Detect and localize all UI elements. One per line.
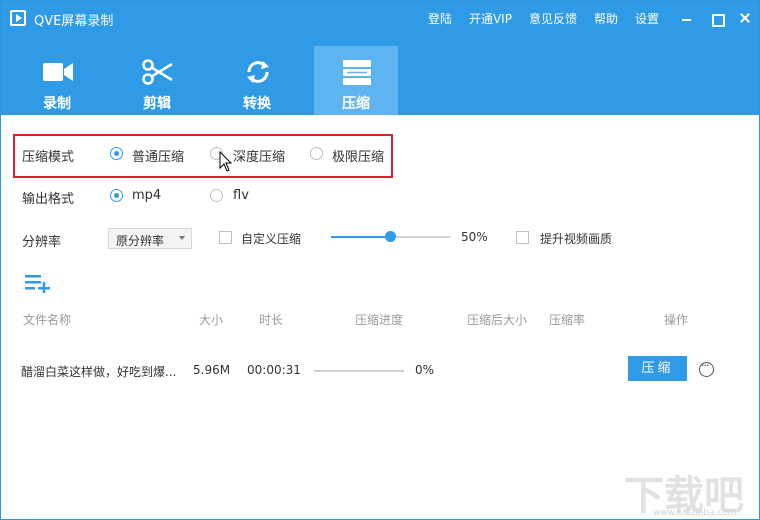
col-header-duration: 时长	[259, 313, 284, 327]
video-camera-icon	[43, 63, 73, 81]
col-header-size: 大小	[199, 313, 224, 327]
compress-button[interactable]: 压缩	[628, 356, 687, 381]
col-header-ratio: 压缩率	[549, 313, 586, 327]
progress-value: 0%	[415, 363, 435, 377]
app-logo-icon	[10, 10, 26, 26]
top-links: 登陆 开通VIP 意见反馈 帮助 设置	[411, 10, 659, 27]
minimize-icon[interactable]	[679, 10, 695, 26]
login-link[interactable]: 登陆	[428, 10, 452, 27]
enhance-quality-label: 提升视频画质	[540, 232, 613, 246]
tab-convert[interactable]: 转换	[215, 46, 299, 115]
compress-mode-label: 压缩模式	[22, 150, 75, 165]
tab-record[interactable]: 录制	[15, 46, 99, 115]
tab-edit[interactable]: 剪辑	[115, 46, 199, 115]
option-flv[interactable]: flv	[233, 188, 249, 203]
app-window: QVE屏幕录制 登陆 开通VIP 意见反馈 帮助 设置 录制 剪辑 转换 压缩 …	[0, 0, 760, 520]
help-link[interactable]: 帮助	[594, 10, 618, 27]
file-size: 5.96M	[193, 363, 231, 377]
output-format-label: 输出格式	[22, 192, 75, 207]
resolution-label: 分辨率	[22, 235, 62, 250]
chevron-down-icon	[179, 236, 185, 240]
compress-progress-bar	[314, 370, 404, 372]
scissors-icon	[142, 59, 173, 85]
more-options-icon[interactable]	[699, 359, 714, 377]
compress-slider-thumb[interactable]	[385, 231, 396, 242]
header: QVE屏幕录制 登陆 开通VIP 意见反馈 帮助 设置 录制 剪辑 转换 压缩	[1, 1, 759, 115]
mouse-cursor-icon	[219, 151, 233, 172]
col-header-filename: 文件名称	[23, 313, 72, 327]
compress-icon	[343, 60, 371, 85]
file-name: 醋溜白菜这样做，好吃到爆...	[21, 365, 177, 379]
title-bar: QVE屏幕录制 登陆 开通VIP 意见反馈 帮助 设置	[1, 1, 759, 35]
close-icon[interactable]	[737, 10, 753, 26]
option-mp4[interactable]: mp4	[132, 188, 161, 203]
tab-compress[interactable]: 压缩	[314, 46, 398, 115]
compress-slider-fill	[331, 236, 391, 238]
add-list-icon[interactable]	[25, 273, 51, 293]
tab-label: 转换	[243, 96, 271, 112]
radio-mp4[interactable]	[110, 189, 123, 202]
feedback-link[interactable]: 意见反馈	[529, 10, 577, 27]
enhance-quality-checkbox[interactable]	[516, 231, 529, 244]
radio-normal-compress[interactable]	[110, 147, 123, 160]
file-duration: 00:00:31	[247, 363, 301, 377]
radio-extreme-compress[interactable]	[310, 147, 323, 160]
tab-label: 剪辑	[143, 96, 171, 112]
option-deep-compress[interactable]: 深度压缩	[233, 146, 285, 165]
tab-label: 压缩	[342, 96, 370, 112]
option-extreme-compress[interactable]: 极限压缩	[332, 146, 384, 165]
slider-value: 50%	[461, 230, 488, 244]
settings-link[interactable]: 设置	[635, 10, 659, 27]
vip-link[interactable]: 开通VIP	[469, 10, 512, 27]
maximize-icon[interactable]	[708, 10, 725, 27]
main-tabs: 录制 剪辑 转换 压缩	[1, 35, 759, 115]
tab-label: 录制	[43, 96, 71, 112]
col-header-action: 操作	[664, 313, 689, 327]
option-normal-compress[interactable]: 普通压缩	[132, 146, 184, 165]
col-header-progress: 压缩进度	[355, 313, 404, 327]
watermark-url: www.xiazaiba.com	[653, 508, 737, 518]
app-title: QVE屏幕录制	[34, 14, 114, 29]
col-header-compressed-size: 压缩后大小	[467, 313, 528, 327]
custom-compress-checkbox[interactable]	[219, 231, 232, 244]
custom-compress-label: 自定义压缩	[241, 232, 302, 246]
radio-flv[interactable]	[210, 189, 223, 202]
refresh-icon	[247, 61, 269, 83]
